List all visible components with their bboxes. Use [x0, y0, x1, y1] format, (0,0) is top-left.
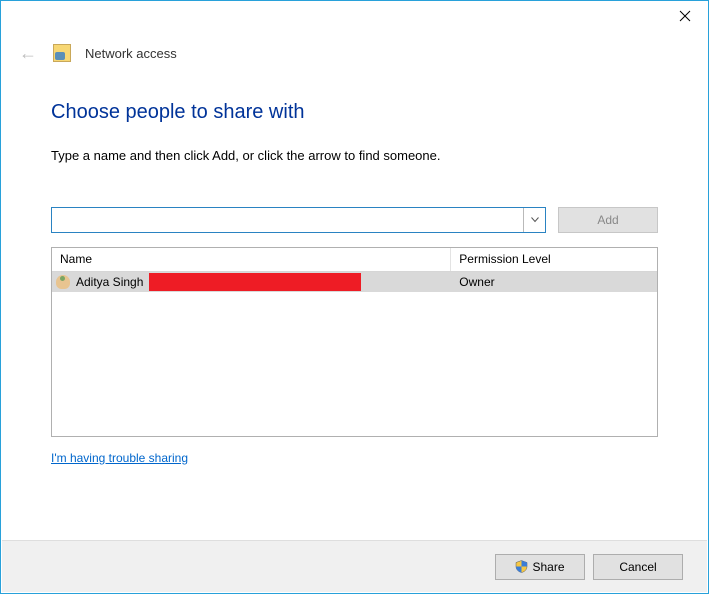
name-combobox[interactable] [51, 207, 546, 233]
share-button[interactable]: Share [495, 554, 585, 580]
column-permission-header[interactable]: Permission Level [451, 248, 657, 271]
people-table: Name Permission Level Aditya Singh Owner [51, 247, 658, 437]
content-area: Choose people to share with Type a name … [1, 71, 708, 465]
cell-permission: Owner [451, 275, 657, 289]
shield-icon [515, 560, 528, 573]
share-button-label: Share [532, 560, 564, 574]
combobox-arrow[interactable] [523, 208, 545, 232]
page-heading: Choose people to share with [51, 101, 658, 124]
trouble-sharing-link[interactable]: I'm having trouble sharing [51, 451, 188, 465]
cancel-button[interactable]: Cancel [593, 554, 683, 580]
chevron-down-icon [531, 217, 539, 223]
title-bar [1, 1, 708, 35]
add-button[interactable]: Add [558, 207, 658, 233]
footer-bar: Share Cancel [2, 540, 707, 592]
instruction-text: Type a name and then click Add, or click… [51, 148, 658, 163]
redacted-block [149, 273, 361, 291]
cell-name: Aditya Singh [52, 273, 451, 291]
header-row: ← Network access [1, 35, 708, 71]
table-header: Name Permission Level [52, 248, 657, 272]
close-button[interactable] [662, 1, 708, 31]
input-row: Add [51, 207, 658, 233]
back-arrow-icon: ← [17, 43, 39, 64]
user-name-text: Aditya Singh [76, 275, 143, 289]
column-name-header[interactable]: Name [52, 248, 451, 271]
close-icon [679, 10, 691, 22]
name-input[interactable] [52, 208, 523, 232]
user-icon [56, 275, 70, 289]
header-title: Network access [85, 46, 177, 61]
network-access-icon [53, 44, 71, 62]
table-row[interactable]: Aditya Singh Owner [52, 272, 657, 292]
